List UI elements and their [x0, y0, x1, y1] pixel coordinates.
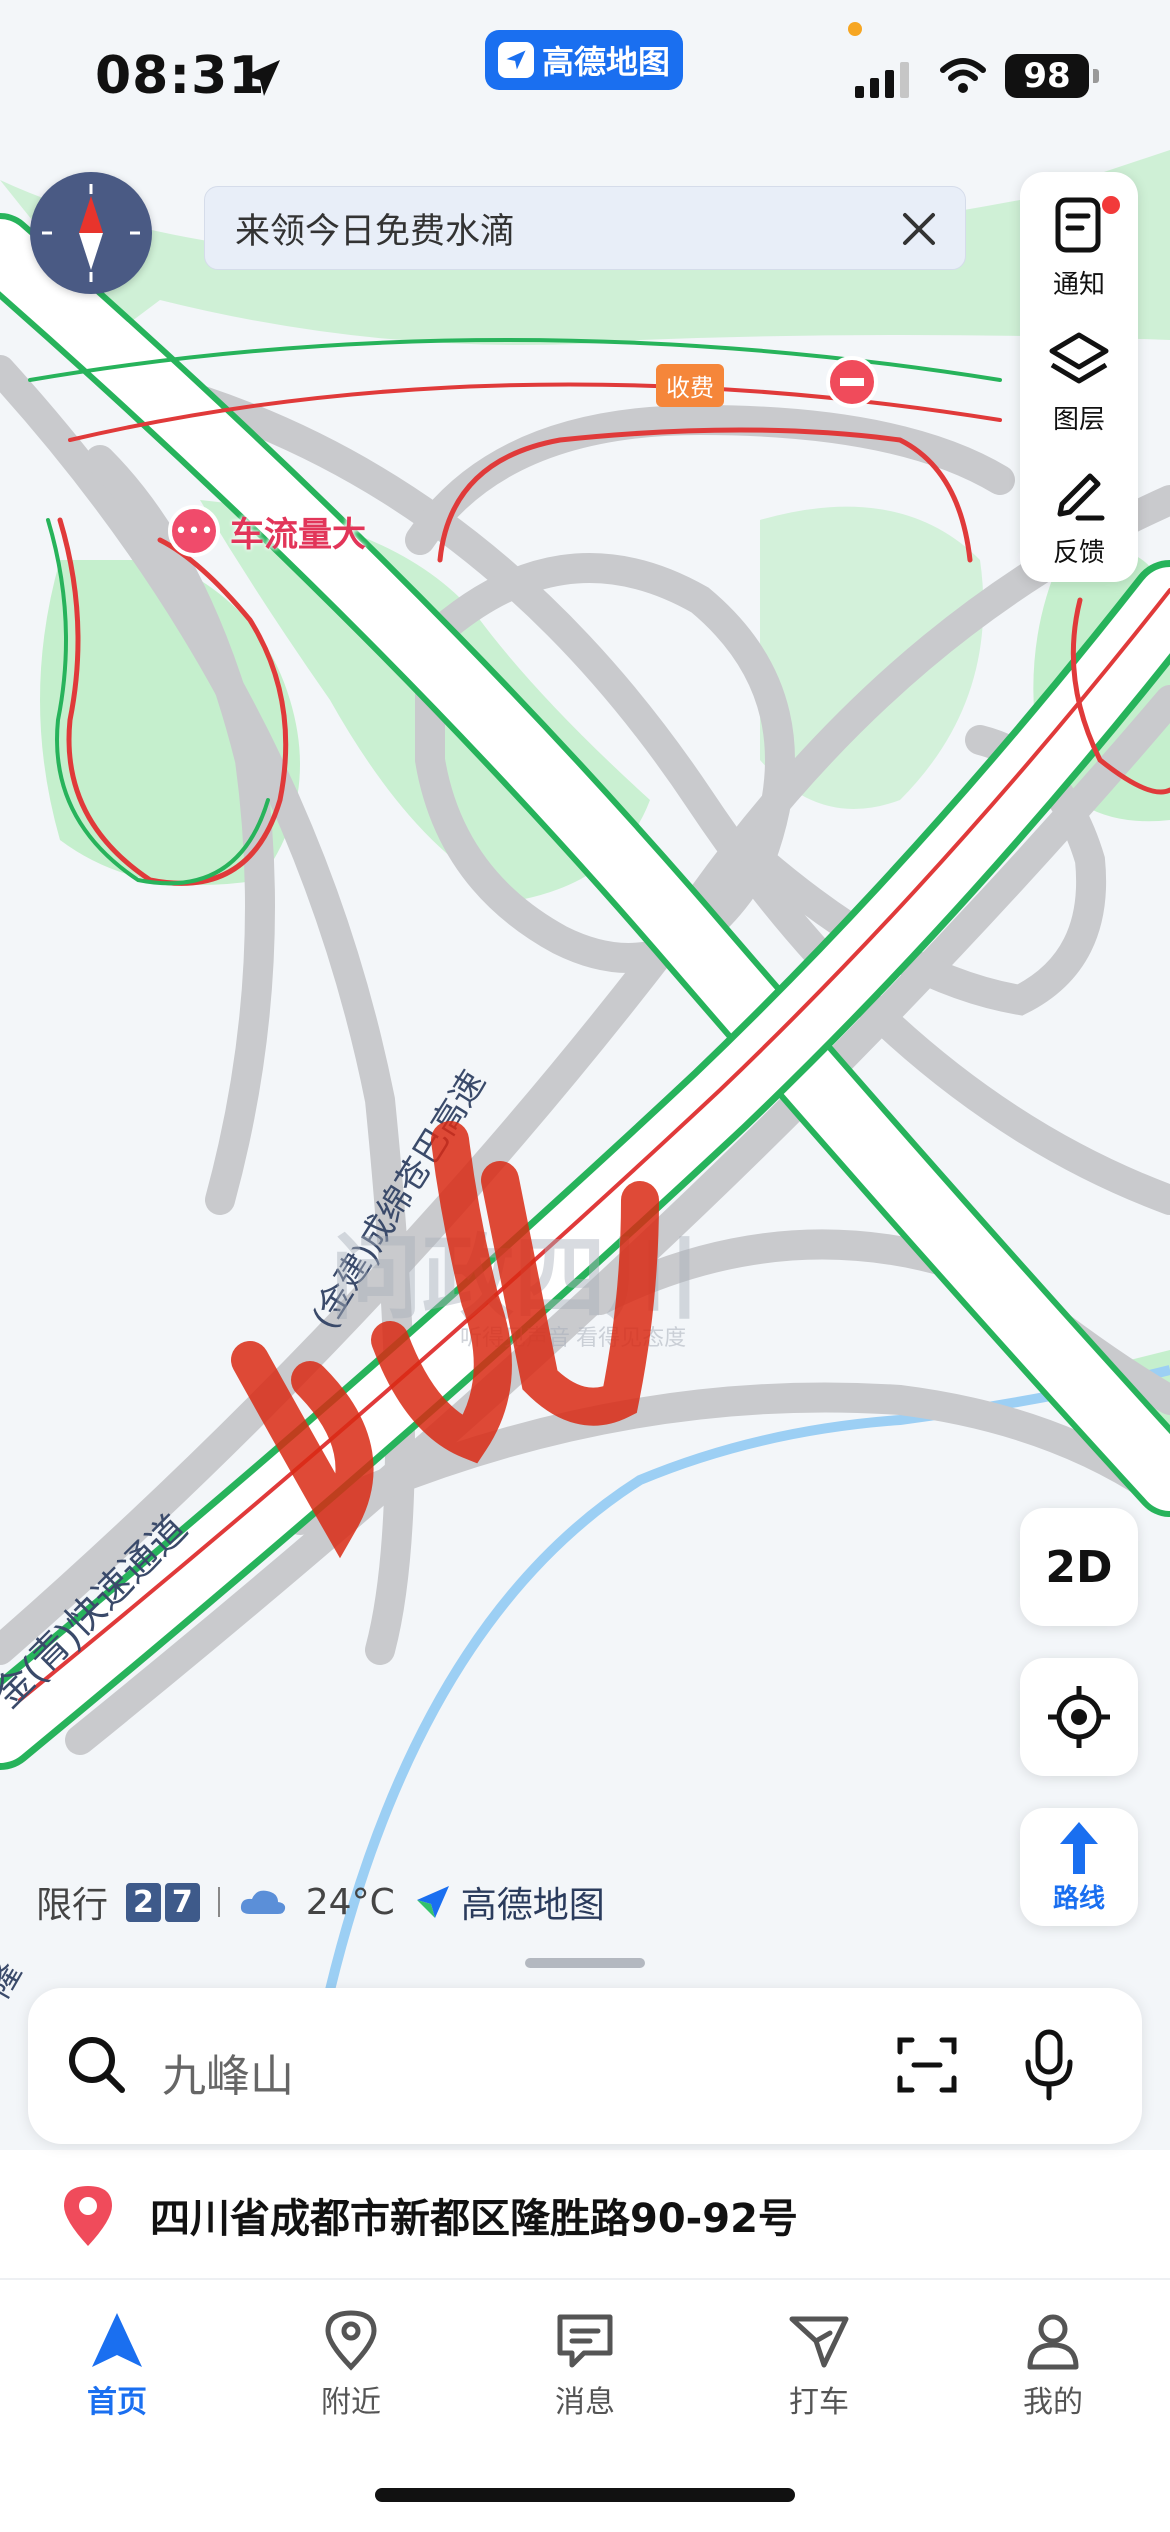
close-icon[interactable] — [895, 205, 943, 253]
restriction-label: 限行 — [36, 1885, 109, 1926]
promo-banner[interactable]: 来领今日免费水滴 — [204, 186, 966, 270]
amap-logo-icon — [497, 42, 534, 78]
app-badge[interactable]: 高德地图 — [485, 30, 683, 90]
traffic-marker-label: 车流量大 — [230, 514, 366, 555]
feedback-icon — [1057, 473, 1105, 520]
route-arrow-icon — [1060, 1821, 1098, 1874]
tab-label: 消息 — [555, 2385, 615, 2420]
search-icon — [69, 2037, 125, 2093]
notification-badge — [1100, 194, 1122, 216]
tab-label: 我的 — [1023, 2385, 1083, 2420]
current-address[interactable]: 四川省成都市新都区隆胜路90-92号 — [60, 2180, 798, 2250]
layers-button[interactable]: 图层 — [1020, 317, 1138, 447]
search-input[interactable]: 九峰山 — [162, 2040, 294, 2104]
restriction-digits: 2 7 — [126, 1882, 200, 1922]
user-icon — [1027, 2314, 1079, 2370]
layers-label: 图层 — [1052, 404, 1105, 435]
info-strip: 限行 2 7 24°C 高德地图 — [36, 1872, 605, 1932]
brand-logo: 高德地图 — [413, 1876, 605, 1928]
compass-button[interactable] — [30, 172, 152, 294]
route-button[interactable]: 路线 — [1020, 1808, 1138, 1926]
taxi-icon — [789, 2316, 849, 2368]
app-badge-label: 高德地图 — [541, 43, 670, 81]
view-mode-button[interactable]: 2D — [1020, 1508, 1138, 1626]
route-label: 路线 — [1052, 1883, 1105, 1914]
restriction-digit: 2 — [126, 1882, 161, 1922]
tab-label: 附近 — [321, 2385, 381, 2420]
tab-home[interactable]: 首页 — [0, 2290, 234, 2440]
toll-label: 收费 — [656, 364, 724, 407]
home-indicator[interactable] — [375, 2488, 795, 2502]
tab-label: 首页 — [87, 2385, 147, 2420]
map-tools-panel: 通知 图层 反馈 — [1020, 172, 1138, 582]
chat-bubble-icon: ••• — [168, 505, 220, 557]
brand-text: 高德地图 — [460, 1885, 605, 1926]
feedback-label: 反馈 — [1052, 537, 1105, 568]
crosshair-icon — [1048, 1686, 1110, 1748]
feedback-button[interactable]: 反馈 — [1020, 450, 1138, 580]
scan-icon[interactable] — [894, 2032, 960, 2098]
wifi-icon — [940, 58, 986, 93]
divider — [0, 2278, 1170, 2280]
sheet-grabber[interactable] — [525, 1958, 645, 1968]
navigation-arrow-icon — [92, 2313, 142, 2367]
battery-indicator: 98 — [1005, 54, 1099, 98]
promo-banner-text: 来领今日免费水滴 — [235, 211, 516, 252]
current-address-text: 四川省成都市新都区隆胜路90-92号 — [150, 2196, 798, 2242]
traffic-marker[interactable]: ••• 车流量大 — [168, 505, 366, 557]
temperature: 24°C — [305, 1881, 395, 1923]
cloud-icon — [240, 1890, 285, 1914]
view-mode-label: 2D — [1045, 1541, 1113, 1593]
tab-taxi[interactable]: 打车 — [702, 2290, 936, 2440]
amap-logo-icon — [416, 1886, 449, 1918]
cellular-signal-icon — [855, 58, 909, 98]
status-bar: 08:31 高德地图 98 — [0, 0, 1170, 150]
notice-label: 通知 — [1052, 269, 1105, 300]
privacy-indicator-dot — [848, 22, 862, 36]
tab-profile[interactable]: 我的 — [936, 2290, 1170, 2440]
location-services-icon — [244, 60, 280, 96]
restriction-digit: 7 — [164, 1882, 200, 1922]
location-pin-icon — [64, 2186, 112, 2246]
compass-icon — [42, 184, 140, 282]
message-icon — [557, 2314, 613, 2368]
location-pin-icon — [325, 2310, 377, 2371]
divider — [217, 1887, 220, 1917]
tab-label: 打车 — [789, 2385, 849, 2420]
microphone-icon[interactable] — [1016, 2028, 1082, 2102]
tab-bar: 首页 附近 消息 打车 我的 — [0, 2290, 1170, 2440]
search-bar[interactable]: 九峰山 — [28, 1988, 1142, 2144]
layers-icon — [1049, 332, 1109, 383]
tab-nearby[interactable]: 附近 — [234, 2290, 468, 2440]
tab-messages[interactable]: 消息 — [468, 2290, 702, 2440]
locate-button[interactable] — [1020, 1658, 1138, 1776]
